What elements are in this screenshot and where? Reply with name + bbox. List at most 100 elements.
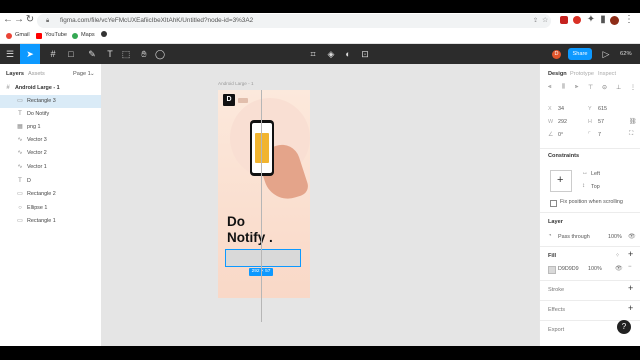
design-canvas[interactable]: Android Large - 1 D Do Notify . 292 × 57 — [101, 64, 539, 346]
eye-icon[interactable]: 👁︎ — [615, 265, 623, 272]
constraint-v-select[interactable]: Top — [591, 184, 600, 190]
bookmark-maps[interactable]: Maps — [72, 31, 95, 40]
frame-tool-icon[interactable]: # — [45, 44, 61, 64]
align-middle-icon[interactable]: ⊝ — [602, 84, 607, 91]
blend-mode-select[interactable]: Pass through — [558, 234, 590, 240]
add-fill-icon[interactable]: + — [628, 249, 633, 259]
puzzle-icon[interactable]: ✦ — [586, 15, 596, 25]
align-left-icon[interactable]: ⫷ — [548, 84, 551, 91]
fill-swatch[interactable] — [548, 266, 556, 274]
layer-label: Vector 1 — [27, 164, 47, 170]
component-icon[interactable]: ⌗ — [305, 44, 321, 64]
align-top-icon[interactable]: ⊤ — [588, 84, 593, 91]
add-effect-icon[interactable]: + — [628, 303, 633, 313]
align-bottom-icon[interactable]: ⊥ — [616, 84, 621, 91]
boolean-icon[interactable]: ◐ — [340, 44, 356, 64]
phone-image — [250, 120, 274, 176]
extension-icon[interactable] — [573, 16, 581, 24]
pen-tool-icon[interactable]: ✎ — [84, 44, 100, 64]
back-icon[interactable]: ← — [3, 15, 13, 25]
tab-design[interactable]: Design — [548, 70, 567, 78]
forward-icon[interactable]: → — [14, 15, 24, 25]
profile-avatar-icon[interactable] — [610, 16, 619, 25]
reload-icon[interactable]: ↻ — [25, 15, 35, 25]
help-button[interactable]: ? — [617, 320, 631, 334]
distribute-icon[interactable]: ⋮ — [630, 84, 636, 91]
constrain-proportions-icon[interactable]: ⛓︎ — [629, 118, 637, 125]
frame-title[interactable]: Android Large - 1 — [218, 81, 254, 86]
cursor-icon: ➤ — [26, 49, 34, 59]
layer-row[interactable]: T D — [0, 175, 101, 188]
rectangle-icon: ▭ — [17, 218, 23, 224]
constraint-h-select[interactable]: Left — [591, 171, 600, 177]
layer-row[interactable]: ∿ Vector 1 — [0, 161, 101, 174]
constraints-widget[interactable]: + — [550, 170, 572, 192]
extension-icon[interactable] — [560, 16, 568, 24]
chevron-down-icon[interactable]: ⌄ — [90, 70, 95, 78]
layer-label: Rectangle 2 — [27, 191, 56, 197]
bookmark-youtube[interactable]: YouTube — [36, 31, 67, 40]
layer-row[interactable]: T Do Notify — [0, 108, 101, 121]
tab-inspect[interactable]: Inspect — [598, 70, 616, 78]
share-button[interactable]: Share — [568, 48, 592, 60]
frame-icon: # — [6, 85, 10, 91]
share-page-icon[interactable]: ⇪ — [533, 14, 538, 28]
present-icon[interactable]: ▷ — [598, 44, 614, 64]
align-right-icon[interactable]: ⫸ — [575, 84, 578, 91]
figma-menu-icon[interactable]: ☰ — [2, 44, 18, 64]
align-center-icon[interactable]: ⫼ — [562, 84, 565, 91]
w-field[interactable]: 292 — [558, 119, 567, 125]
ellipse-icon: ○ — [18, 205, 22, 211]
styles-icon[interactable]: ⁘ — [615, 252, 620, 259]
avatar[interactable]: D — [552, 50, 561, 59]
add-stroke-icon[interactable]: + — [628, 283, 633, 293]
menu-kebab-icon[interactable]: ⋮ — [624, 15, 634, 25]
layer-row[interactable]: ∿ Vector 3 — [0, 134, 101, 147]
move-tool[interactable]: ➤ — [20, 44, 40, 64]
layer-row[interactable]: ∿ Vector 2 — [0, 147, 101, 160]
radius-field[interactable]: 7 — [598, 132, 601, 138]
url-text: figma.com/file/vcYeFMcUXEafiicIbeXItAhK/… — [60, 17, 254, 24]
hand-tool-icon[interactable]: ✋︎ — [136, 44, 152, 64]
crop-icon[interactable]: ⊡ — [357, 44, 373, 64]
android-frame[interactable]: D Do Notify . 292 × 57 — [218, 90, 311, 298]
bottom-bar — [0, 346, 640, 360]
layer-row[interactable]: ▭ Rectangle 1 — [0, 215, 101, 228]
remove-fill-icon[interactable]: − — [628, 264, 632, 270]
bookmark-star-icon[interactable]: ☆ — [542, 14, 548, 28]
h-field[interactable]: 57 — [598, 119, 604, 125]
comment-tool-icon[interactable]: ◯ — [152, 44, 168, 64]
zoom-level[interactable]: 62% — [620, 44, 632, 64]
x-field[interactable]: 34 — [558, 106, 564, 112]
page-select[interactable]: Page 1 — [73, 70, 91, 78]
resources-icon[interactable]: ⬚ — [118, 44, 134, 64]
layer-row[interactable]: ▦ png 1 — [0, 121, 101, 134]
tab-assets[interactable]: Assets — [28, 70, 45, 78]
layer-frame[interactable]: # Android Large - 1 — [0, 82, 101, 95]
address-bar[interactable]: 🔒︎ figma.com/file/vcYeFMcUXEafiicIbeXItA… — [37, 14, 551, 28]
side-panel-icon[interactable]: ▮ — [598, 15, 608, 25]
layer-opacity[interactable]: 100% — [608, 234, 622, 240]
fix-position-checkbox[interactable] — [550, 200, 557, 207]
shape-tool-icon[interactable]: □ — [63, 44, 79, 64]
design-panel: Design Prototype Inspect ⫷ ⫼ ⫸ ⊤ ⊝ ⊥ ⋮ X… — [539, 64, 640, 346]
eye-icon[interactable]: 👁︎ — [628, 233, 636, 240]
text-tool-icon[interactable]: T — [102, 44, 118, 64]
tab-prototype[interactable]: Prototype — [570, 70, 594, 78]
bookmark-extra[interactable] — [101, 31, 107, 37]
y-field[interactable]: 615 — [598, 106, 607, 112]
layer-row[interactable]: ○ Ellipse 1 — [0, 202, 101, 215]
selected-rectangle[interactable] — [225, 249, 301, 267]
mask-icon[interactable]: ◈ — [323, 44, 339, 64]
tab-layers[interactable]: Layers — [6, 70, 24, 78]
headline-text[interactable]: Do Notify . — [227, 214, 273, 245]
layer-row[interactable]: ▭ Rectangle 3 — [0, 95, 101, 108]
fill-opacity[interactable]: 100% — [588, 266, 602, 272]
fill-hex-field[interactable]: D9D9D9 — [558, 266, 579, 272]
layer-row[interactable]: ▭ Rectangle 2 — [0, 188, 101, 201]
rotation-field[interactable]: 0° — [558, 132, 563, 138]
layer-label: Vector 3 — [27, 137, 47, 143]
divider — [540, 148, 640, 149]
independent-corners-icon[interactable]: ⛶ — [629, 131, 633, 138]
bookmark-gmail[interactable]: Gmail — [6, 31, 30, 40]
